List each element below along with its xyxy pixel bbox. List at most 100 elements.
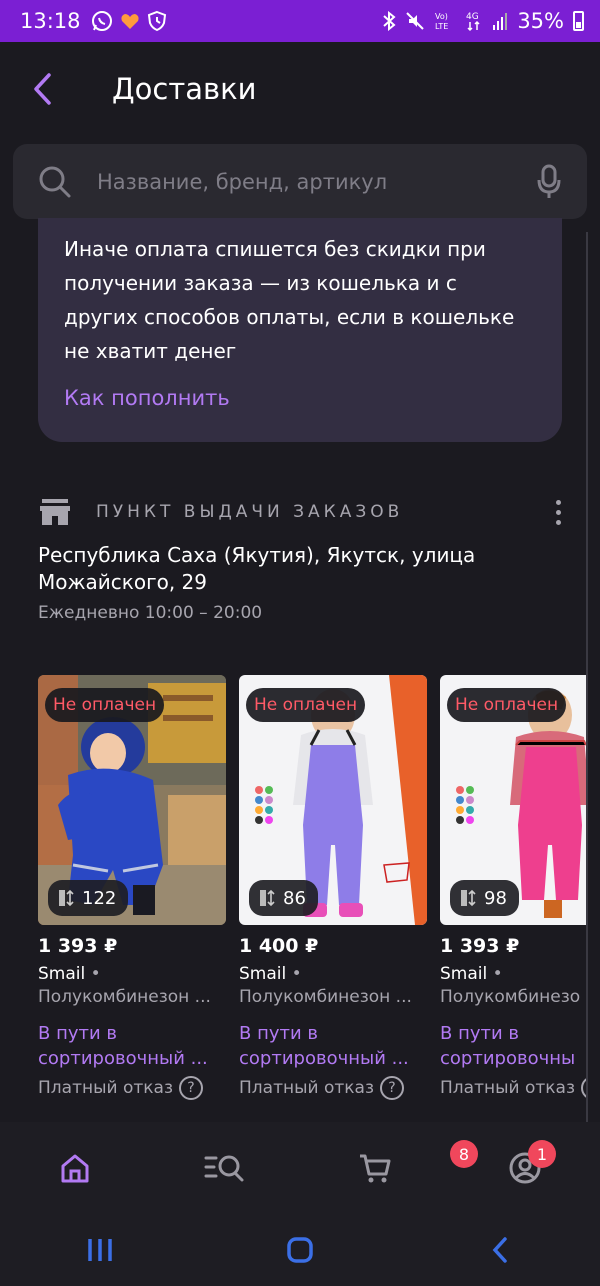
refund-label: Платный отказ (38, 1078, 173, 1098)
pickup-label: ПУНКТ ВЫДАЧИ ЗАКАЗОВ (96, 502, 404, 522)
brand-name: Smail (440, 964, 488, 984)
product-brand: Smail • (38, 964, 101, 984)
product-price: 1 393 ₽ (440, 935, 520, 957)
product-name: Полукомбинезон ... (239, 987, 412, 1007)
cart-icon (360, 1154, 391, 1183)
product-card[interactable]: Не оплачен 86 1 400 ₽ Smail • Полукомбин… (239, 675, 427, 1100)
battery-icon (573, 11, 584, 31)
help-icon[interactable]: ? (380, 1076, 404, 1100)
nav-catalog[interactable] (150, 1122, 300, 1214)
home-system-button[interactable] (200, 1214, 400, 1286)
heart-app-icon (120, 14, 139, 29)
status-line-1: В пути в (38, 1023, 118, 1044)
catalog-search-icon (204, 1155, 244, 1182)
mute-icon (406, 12, 425, 30)
brand-name: Smail (239, 964, 287, 984)
system-icons: Vo) LTE 4G 35% (382, 9, 584, 33)
home-icon (61, 1154, 89, 1183)
notification-icons (91, 10, 167, 32)
product-name: Полукомбинезон ... (38, 987, 211, 1007)
svg-text:LTE: LTE (435, 22, 448, 31)
unpaid-badge: Не оплачен (447, 688, 567, 722)
svg-text:Vo): Vo) (435, 12, 448, 21)
svg-text:4G: 4G (466, 12, 479, 22)
pickup-header: ПУНКТ ВЫДАЧИ ЗАКАЗОВ (38, 492, 568, 532)
status-line-2: сортировочны (440, 1048, 576, 1069)
quantity-value: 98 (484, 887, 507, 909)
status-line-2: сортировочный ... (38, 1048, 208, 1069)
back-chevron-icon (492, 1237, 507, 1263)
sort-icon (59, 889, 74, 907)
delivery-status: В пути в сортировочный ... (239, 1021, 427, 1071)
signal-icon (493, 13, 508, 30)
home-square-icon (287, 1237, 313, 1263)
sort-icon (260, 889, 275, 907)
recent-apps-button[interactable] (0, 1214, 200, 1286)
quantity-value: 86 (283, 887, 306, 909)
delivery-status: В пути в сортировочный ... (38, 1021, 226, 1071)
refund-info: Платный отказ? (239, 1076, 427, 1100)
network-type-icon: 4G (466, 12, 480, 32)
bluetooth-icon (383, 11, 396, 31)
how-to-top-up-link[interactable]: Как пополнить (64, 386, 536, 410)
volte-icon: Vo)LTE (435, 12, 448, 31)
help-icon[interactable]: ? (581, 1076, 586, 1100)
whatsapp-icon (91, 11, 112, 31)
system-navigation (0, 1214, 600, 1286)
unpaid-badge: Не оплачен (246, 688, 366, 722)
product-name: Полукомбинезо (440, 987, 581, 1007)
refund-label: Платный отказ (239, 1078, 374, 1098)
quantity-badge: 122 (48, 880, 129, 916)
quantity-value: 122 (82, 887, 117, 909)
back-arrow-icon (34, 73, 51, 105)
sort-icon (461, 889, 476, 907)
back-button[interactable] (0, 42, 84, 136)
quantity-badge: 86 (249, 880, 318, 916)
refund-info: Платный отказ? (38, 1076, 226, 1100)
status-line-2: сортировочный ... (239, 1048, 409, 1069)
pickup-address: Республика Саха (Якутия), Якутск, улица … (38, 543, 476, 594)
pickup-hours: Ежедневно 10:00 – 20:00 (38, 603, 263, 623)
wallet-info-card: Иначе оплата спишется без скидки при пол… (38, 218, 562, 442)
product-card[interactable]: Не оплачен 122 1 393 ₽ Smail • Полукомби… (38, 675, 226, 1100)
battery-percent: 35% (517, 9, 564, 33)
product-brand: Smail • (440, 964, 503, 984)
scrollbar[interactable] (586, 232, 588, 1122)
product-image[interactable]: Не оплачен 86 (239, 675, 427, 925)
back-system-button[interactable] (400, 1214, 600, 1286)
brand-name: Smail (38, 964, 86, 984)
quantity-badge: 98 (450, 880, 519, 916)
product-price: 1 393 ₽ (38, 935, 118, 957)
refund-label: Платный отказ (440, 1078, 575, 1098)
status-line-1: В пути в (239, 1023, 319, 1044)
product-carousel[interactable]: Не оплачен 122 1 393 ₽ Smail • Полукомби… (38, 675, 586, 1120)
nav-home[interactable] (0, 1122, 150, 1214)
status-line-1: В пути в (440, 1023, 520, 1044)
search-input[interactable] (97, 169, 511, 194)
page-title: Доставки (112, 72, 257, 106)
product-price: 1 400 ₽ (239, 935, 319, 957)
info-text: Иначе оплата спишется без скидки при пол… (64, 237, 515, 363)
microphone-icon (537, 164, 561, 198)
delivery-status: В пути в сортировочны (440, 1021, 586, 1071)
microphone-button[interactable] (511, 164, 587, 200)
help-icon[interactable]: ? (179, 1076, 203, 1100)
product-image[interactable]: Не оплачен 98 (440, 675, 586, 925)
refund-info: Платный отказ? (440, 1076, 586, 1100)
profile-notification-badge: 1 (528, 1140, 556, 1168)
shield-clock-icon (147, 10, 166, 32)
product-image[interactable]: Не оплачен 122 (38, 675, 226, 925)
search-icon (13, 165, 97, 199)
nav-cart[interactable]: 8 (300, 1122, 478, 1214)
status-time: 13:18 (20, 9, 81, 33)
search-bar (13, 144, 587, 219)
recent-apps-icon (88, 1239, 112, 1261)
bottom-navigation: 8 1 (0, 1122, 600, 1214)
more-options-button[interactable] (548, 492, 568, 532)
product-card[interactable]: Не оплачен 98 1 393 ₽ Smail • Полукомбин… (440, 675, 586, 1100)
store-icon (40, 499, 70, 525)
product-brand: Smail • (239, 964, 302, 984)
nav-profile[interactable]: 1 (450, 1122, 600, 1214)
status-bar: 13:18 Vo) LTE 4G 35% (0, 0, 600, 42)
unpaid-badge: Не оплачен (45, 688, 165, 722)
